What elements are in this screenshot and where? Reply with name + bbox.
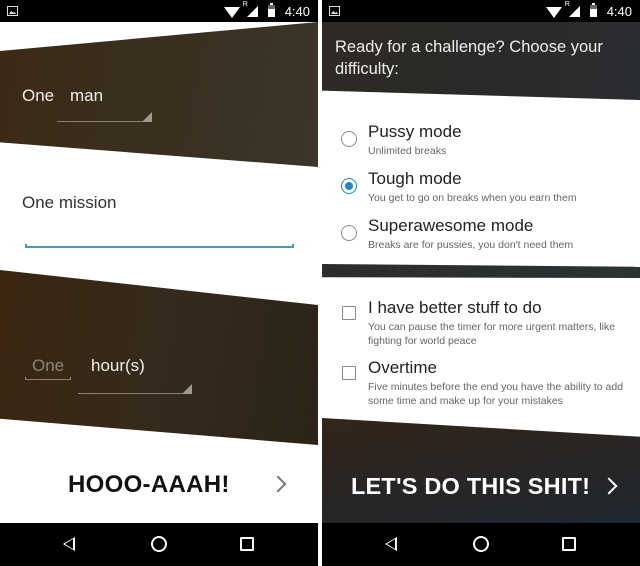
who-label: One	[22, 86, 55, 105]
radio-button[interactable]	[341, 131, 357, 147]
option-subtitle: Five minutes before the end you have the…	[368, 381, 624, 407]
option-better-stuff[interactable]: I have better stuff to do You can pause …	[322, 298, 640, 347]
who-spinner-value: man	[70, 86, 104, 105]
recents-icon[interactable]	[240, 537, 254, 551]
mission-input-value: One mission	[22, 193, 117, 212]
radio-button[interactable]	[341, 225, 357, 241]
option-subtitle: Breaks are for pussies, you don't need t…	[368, 239, 574, 251]
chevron-right-icon	[269, 475, 287, 493]
duration-unit-value: hour(s)	[91, 356, 145, 375]
signal-icon: R	[243, 1, 258, 17]
radio-button-selected[interactable]	[341, 178, 357, 194]
status-time: 4:40	[284, 3, 310, 19]
left-screen: R 4:40 One man One mission One hour(s) H…	[0, 0, 318, 566]
duration-amount-input[interactable]: One	[25, 356, 71, 380]
dropdown-arrow-icon	[142, 112, 152, 122]
mission-input-underline	[25, 244, 294, 248]
option-title: Pussy mode	[368, 122, 462, 141]
image-notification-icon	[7, 6, 18, 16]
status-bar: R 4:40	[322, 0, 640, 22]
difficulty-option-superawesome[interactable]: Superawesome mode Breaks are for pussies…	[322, 216, 640, 258]
section-divider	[322, 264, 640, 278]
option-title: I have better stuff to do	[368, 298, 542, 317]
battery-icon	[589, 3, 597, 17]
back-icon[interactable]	[385, 537, 397, 551]
difficulty-option-tough[interactable]: Tough mode You get to go on breaks when …	[322, 169, 640, 211]
wifi-icon	[223, 6, 240, 18]
lets-do-this-button-label: LET'S DO THIS SHIT!	[351, 473, 591, 499]
mission-input[interactable]: One mission	[22, 188, 294, 248]
checkbox[interactable]	[342, 306, 356, 320]
option-title: Superawesome mode	[368, 216, 534, 235]
hooah-button[interactable]: HOOO-AAAH!	[0, 465, 318, 507]
signal-icon: R	[565, 1, 580, 17]
lets-do-this-button[interactable]: LET'S DO THIS SHIT!	[322, 468, 640, 510]
status-time: 4:40	[606, 3, 632, 19]
home-icon[interactable]	[473, 536, 489, 552]
status-bar: R 4:40	[0, 0, 318, 22]
option-overtime[interactable]: Overtime Five minutes before the end you…	[322, 358, 640, 407]
who-spinner[interactable]: man	[57, 86, 152, 122]
back-icon[interactable]	[63, 537, 75, 551]
page-title: Ready for a challenge? Choose your diffi…	[335, 38, 603, 78]
home-icon[interactable]	[151, 536, 167, 552]
option-subtitle: You can pause the timer for more urgent …	[368, 321, 616, 347]
option-title: Overtime	[368, 358, 437, 377]
nav-bar	[0, 523, 318, 566]
hooah-button-label: HOOO-AAAH!	[68, 471, 230, 498]
image-notification-icon	[329, 6, 340, 16]
option-subtitle: Unlimited breaks	[368, 145, 447, 157]
wifi-icon	[545, 6, 562, 18]
dropdown-arrow-icon	[182, 384, 192, 394]
checkbox[interactable]	[342, 366, 356, 380]
battery-icon	[267, 3, 275, 17]
nav-bar	[322, 523, 640, 566]
option-title: Tough mode	[368, 169, 462, 188]
recents-icon[interactable]	[562, 537, 576, 551]
option-subtitle: You get to go on breaks when you earn th…	[368, 192, 577, 204]
right-screen: R 4:40 Ready for a challenge? Choose you…	[322, 0, 640, 566]
duration-unit-spinner[interactable]: hour(s)	[78, 356, 192, 394]
chevron-right-icon	[600, 477, 618, 495]
difficulty-option-pussy[interactable]: Pussy mode Unlimited breaks	[322, 122, 640, 164]
